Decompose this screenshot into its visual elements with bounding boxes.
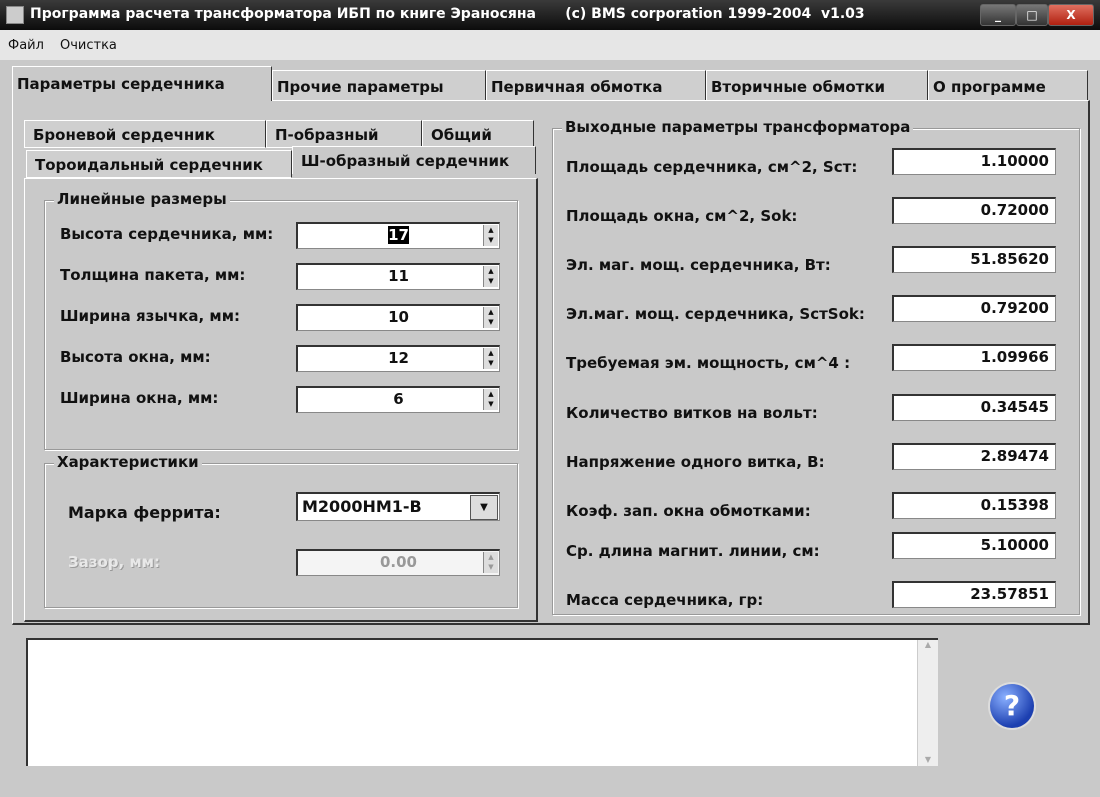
spinner-icon[interactable]: ▲ ▼: [483, 389, 498, 410]
subtab-u-shaped[interactable]: П-образный: [266, 120, 422, 148]
linear-row-value: 17: [388, 226, 409, 244]
chevron-down-icon[interactable]: ▼: [470, 495, 498, 520]
output-row-value: 1.10000: [892, 148, 1056, 175]
output-row-label: Площадь окна, см^2, Sok:: [566, 207, 798, 225]
linear-row-input[interactable]: 10 ▲ ▼: [296, 304, 500, 331]
output-row-value: 23.57851: [892, 581, 1056, 608]
linear-row-label: Толщина пакета, мм:: [60, 266, 246, 284]
output-row-value: 0.79200: [892, 295, 1056, 322]
spinner-icon: ▲ ▼: [483, 552, 498, 573]
menu-bar: Файл Очистка: [0, 30, 1100, 60]
linear-row-value: 10: [388, 308, 409, 326]
subtab-toroidal-core[interactable]: Тороидальный сердечник: [26, 150, 292, 178]
spinner-icon[interactable]: ▲ ▼: [483, 307, 498, 328]
close-button[interactable]: X: [1048, 4, 1094, 26]
output-row-label: Требуемая эм. мощность, см^4 :: [566, 354, 851, 372]
output-row-value: 2.89474: [892, 443, 1056, 470]
characteristics-group: [44, 463, 518, 608]
spinner-icon[interactable]: ▲ ▼: [483, 348, 498, 369]
app-icon: [6, 6, 24, 24]
gap-label: Зазор, мм:: [68, 553, 160, 571]
linear-row-label: Ширина язычка, мм:: [60, 307, 240, 325]
output-row-label: Ср. длина магнит. линии, см:: [566, 542, 820, 560]
linear-row-value: 6: [393, 390, 404, 408]
output-row-label: Площадь сердечника, см^2, Sст:: [566, 158, 858, 176]
spinner-icon[interactable]: ▲ ▼: [483, 266, 498, 287]
output-row-value: 1.09966: [892, 344, 1056, 371]
tab-primary-winding[interactable]: Первичная обмотка: [486, 70, 706, 100]
minimize-button[interactable]: _: [980, 4, 1016, 26]
output-row-label: Масса сердечника, гр:: [566, 591, 764, 609]
tab-about[interactable]: О программе: [928, 70, 1088, 100]
ferrite-label: Марка феррита:: [68, 503, 221, 522]
maximize-button[interactable]: □: [1016, 4, 1048, 26]
output-row-label: Коэф. зап. окна обмотками:: [566, 502, 811, 520]
linear-row-value: 12: [388, 349, 409, 367]
linear-row-label: Высота сердечника, мм:: [60, 225, 274, 243]
gap-input: 0.00 ▲ ▼: [296, 549, 500, 576]
ferrite-select[interactable]: M2000HM1-B ▼: [296, 492, 500, 521]
characteristics-title: Характеристики: [54, 453, 202, 471]
title-bar: Программа расчета трансформатора ИБП по …: [0, 0, 1100, 30]
linear-dimensions-title: Линейные размеры: [54, 190, 230, 208]
menu-clear[interactable]: Очистка: [60, 38, 117, 53]
output-row-value: 5.10000: [892, 532, 1056, 559]
window-title: Программа расчета трансформатора ИБП по …: [30, 6, 865, 22]
tab-other-params[interactable]: Прочие параметры: [272, 70, 486, 100]
tab-secondary-windings[interactable]: Вторичные обмотки: [706, 70, 928, 100]
linear-row-label: Ширина окна, мм:: [60, 389, 219, 407]
menu-file[interactable]: Файл: [8, 38, 44, 53]
linear-row-input[interactable]: 17 ▲ ▼: [296, 222, 500, 249]
subtab-armored-core[interactable]: Броневой сердечник: [24, 120, 266, 148]
output-row-label: Количество витков на вольт:: [566, 404, 818, 422]
tab-core-params[interactable]: Параметры сердечника: [12, 66, 272, 101]
linear-row-label: Высота окна, мм:: [60, 348, 211, 366]
output-row-label: Эл.маг. мощ. сердечника, SстSok:: [566, 305, 865, 323]
output-row-value: 0.34545: [892, 394, 1056, 421]
linear-row-value: 11: [388, 267, 409, 285]
help-button[interactable]: ?: [990, 684, 1034, 728]
linear-row-input[interactable]: 6 ▲ ▼: [296, 386, 500, 413]
output-title: Выходные параметры трансформатора: [562, 118, 914, 136]
output-row-label: Напряжение одного витка, В:: [566, 453, 825, 471]
spinner-icon[interactable]: ▲ ▼: [483, 225, 498, 246]
ferrite-value: M2000HM1-B: [302, 497, 422, 516]
gap-value: 0.00: [379, 553, 417, 571]
output-row-value: 51.85620: [892, 246, 1056, 273]
log-textarea[interactable]: ▲ ▼: [26, 638, 938, 766]
output-row-value: 0.15398: [892, 492, 1056, 519]
output-row-value: 0.72000: [892, 197, 1056, 224]
linear-row-input[interactable]: 12 ▲ ▼: [296, 345, 500, 372]
subtab-general[interactable]: Общий: [422, 120, 534, 148]
subtab-e-shaped-core[interactable]: Ш-образный сердечник: [292, 146, 536, 174]
scrollbar[interactable]: ▲ ▼: [917, 640, 938, 766]
output-row-label: Эл. маг. мощ. сердечника, Вт:: [566, 256, 831, 274]
linear-row-input[interactable]: 11 ▲ ▼: [296, 263, 500, 290]
